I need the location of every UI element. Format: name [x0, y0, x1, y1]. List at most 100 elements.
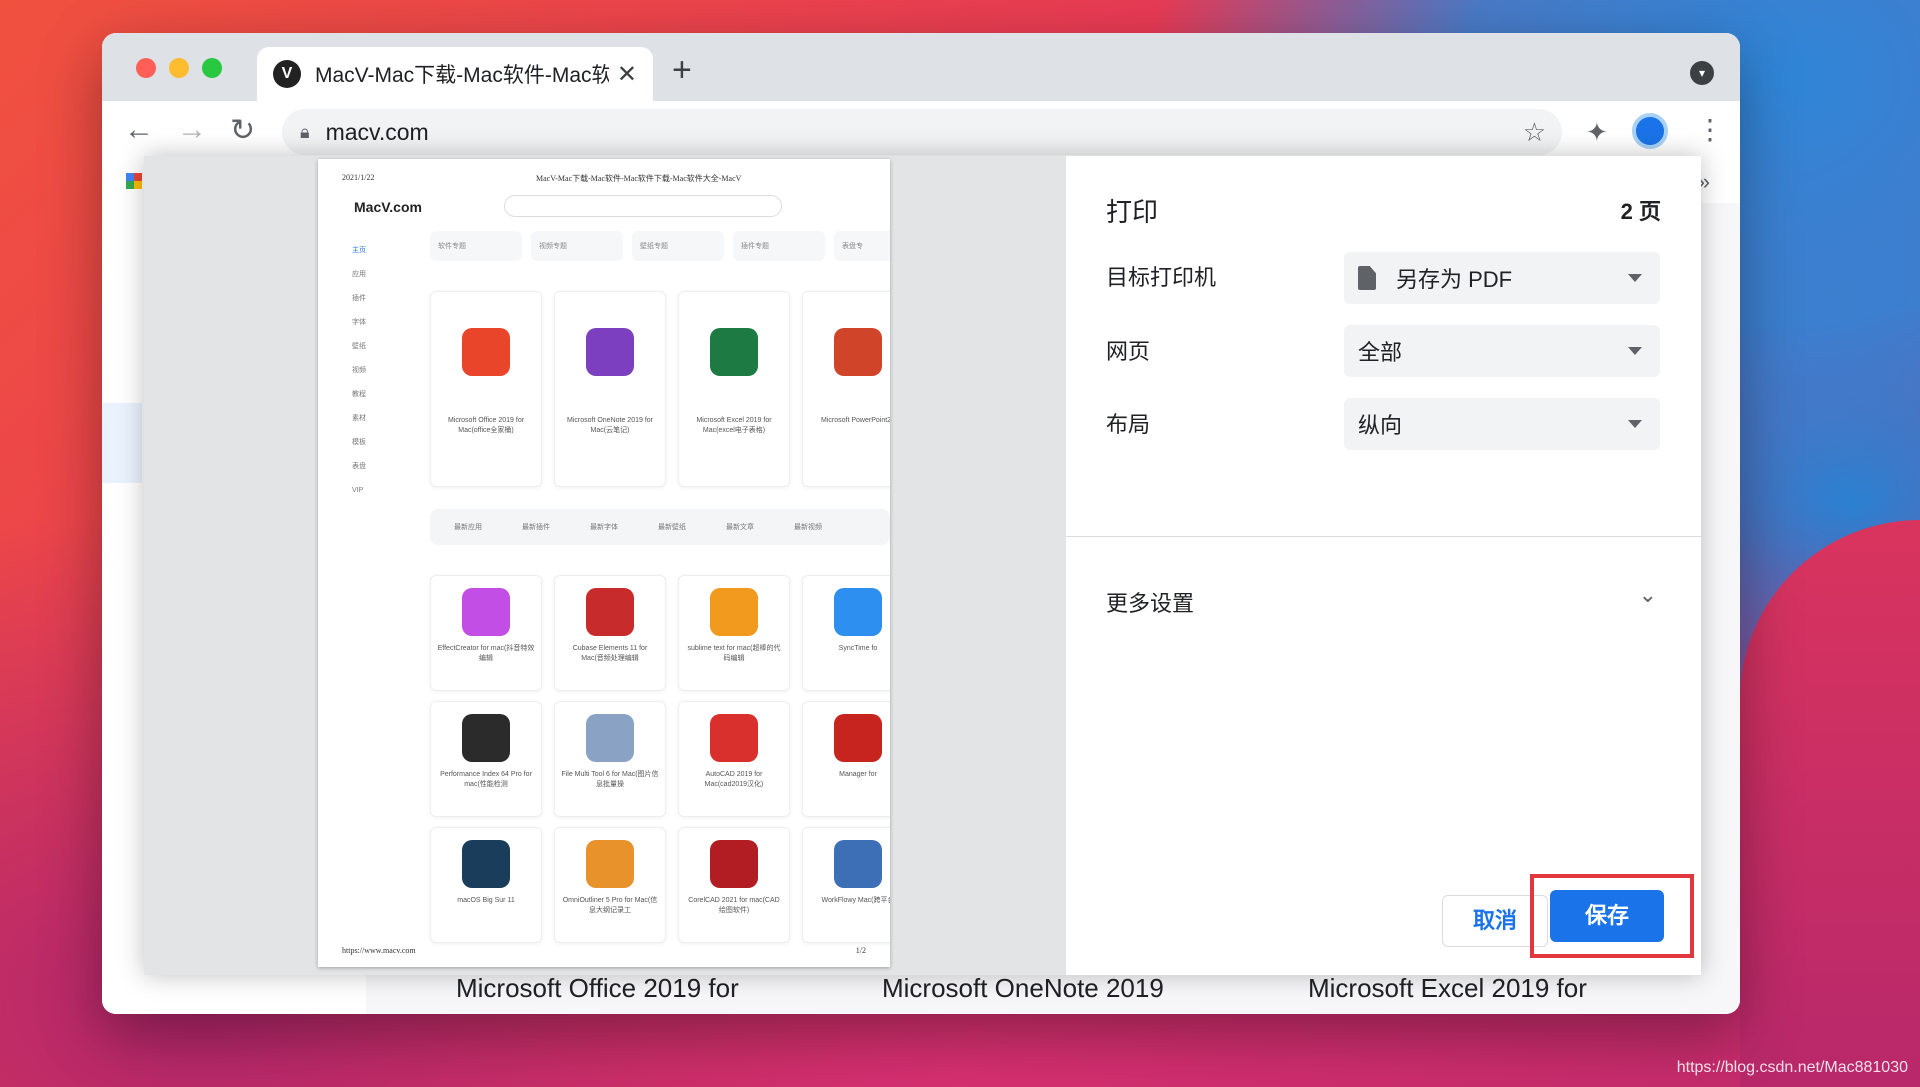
app-name: OmniOutliner 5 Pro for Mac(信息大纲记录工 — [562, 897, 658, 914]
preview-tab: 最新壁纸 — [658, 524, 686, 531]
menu-icon[interactable]: ⋮ — [1696, 113, 1724, 146]
app-name: macOS Big Sur 11 — [457, 897, 515, 904]
preview-date: 2021/1/22 — [342, 173, 375, 182]
save-button-highlight: 保存 — [1530, 874, 1694, 958]
app-icon — [710, 328, 758, 376]
app-name: Microsoft PowerPoint20 — [821, 417, 890, 424]
star-icon[interactable]: ☆ — [1523, 117, 1546, 148]
preview-tab: 最新应用 — [454, 524, 482, 531]
address-bar[interactable]: 🔒︎ macv.com ☆ — [282, 109, 1562, 155]
app-icon — [462, 328, 510, 376]
page-count: 2 页 — [1620, 199, 1661, 224]
preview-topic: 软件专题 — [430, 231, 522, 261]
profile-icon[interactable] — [1632, 113, 1668, 149]
app-name: AutoCAD 2019 for Mac(cad2019汉化) — [704, 771, 764, 788]
preview-sidebar-item: 字体 — [352, 319, 366, 326]
preview-featured-card: Microsoft Office 2019 for Mac(office全家桶) — [430, 291, 542, 487]
preview-topic: 视频专题 — [531, 231, 623, 261]
preview-sidebar-item: 插件 — [352, 295, 366, 302]
preview-app-card: SyncTime fo — [802, 575, 890, 691]
preview-search-box — [504, 195, 782, 217]
app-icon — [586, 588, 634, 636]
back-icon[interactable]: ← — [124, 113, 154, 147]
print-dialog: 2021/1/22 MacV-Mac下载-Mac软件-Mac软件下载-Mac软件… — [144, 156, 1701, 975]
app-name: SyncTime fo — [838, 645, 878, 652]
preview-sidebar-item: 主页 — [352, 247, 366, 254]
preview-app-card: CorelCAD 2021 for mac(CAD绘图软件) — [678, 827, 790, 943]
tab-title: MacV-Mac下载-Mac软件-Mac软件下载-Mac软件大全-MacV — [315, 64, 609, 87]
lock-icon[interactable]: 🔒︎ — [300, 122, 310, 143]
preview-app-card: macOS Big Sur 11 — [430, 827, 542, 943]
preview-sidebar-item: 表盘 — [352, 463, 366, 470]
preview-sidebar-item: 壁纸 — [352, 343, 366, 350]
new-tab-icon[interactable]: + — [672, 51, 692, 90]
preview-footer-page: 1/2 — [855, 946, 866, 955]
url-text[interactable]: macv.com — [326, 119, 429, 146]
preview-app-card: EffectCreator for mac(抖音特效编辑 — [430, 575, 542, 691]
preview-app-card: File Multi Tool 6 for Mac(图片信息批量操 — [554, 701, 666, 817]
layout-label: 布局 — [1106, 412, 1151, 437]
preview-logo: MacV.com — [354, 199, 422, 215]
card-title: Microsoft Office 2019 for — [456, 973, 739, 1003]
app-name: EffectCreator for mac(抖音特效编辑 — [437, 645, 535, 662]
close-window-button[interactable] — [136, 58, 156, 78]
document-icon — [1358, 266, 1376, 290]
reload-icon[interactable]: ↻ — [230, 113, 255, 148]
print-title: 打印 — [1106, 197, 1159, 227]
browser-window: V MacV-Mac下载-Mac软件-Mac软件下载-Mac软件大全-MacV … — [102, 33, 1740, 1014]
preview-sidebar-item: 应用 — [352, 271, 366, 278]
preview-footer-url: https://www.macv.com — [342, 946, 416, 955]
app-icon — [710, 588, 758, 636]
page-sidebar-active-item — [102, 403, 142, 483]
destination-select[interactable]: 另存为 PDF — [1344, 252, 1660, 304]
preview-topics: 软件专题 视频专题 壁纸专题 插件专题 表盘专 — [430, 231, 890, 261]
tab-strip: V MacV-Mac下载-Mac软件-Mac软件下载-Mac软件大全-MacV … — [102, 33, 1740, 101]
destination-label: 目标打印机 — [1106, 265, 1217, 290]
app-name: WorkFlowy Mac(跨平台 — [821, 897, 891, 904]
preview-app-card: WorkFlowy Mac(跨平台 — [802, 827, 890, 943]
destination-value: 另存为 PDF — [1396, 267, 1513, 292]
pages-label: 网页 — [1106, 339, 1151, 364]
preview-topic: 插件专题 — [733, 231, 825, 261]
app-name: Microsoft OneNote 2019 for Mac(云笔记) — [567, 417, 653, 434]
app-icon — [710, 714, 758, 762]
preview-sidebar-item: 教程 — [352, 391, 366, 398]
chevron-down-icon[interactable]: ⌄ — [1639, 582, 1657, 608]
preview-featured-card: Microsoft Excel 2019 for Mac(excel电子表格) — [678, 291, 790, 487]
minimize-window-button[interactable] — [169, 58, 189, 78]
forward-icon[interactable]: → — [177, 113, 207, 147]
layout-value: 纵向 — [1358, 413, 1403, 438]
preview-topic: 表盘专 — [834, 231, 890, 261]
apps-icon[interactable] — [126, 173, 142, 189]
tab-close-icon[interactable]: ✕ — [617, 60, 637, 89]
watermark: https://blog.csdn.net/Mac881030 — [1676, 1059, 1908, 1076]
preview-featured-card: Microsoft OneNote 2019 for Mac(云笔记) — [554, 291, 666, 487]
layout-select[interactable]: 纵向 — [1344, 398, 1660, 450]
preview-header: MacV-Mac下载-Mac软件-Mac软件下载-Mac软件大全-MacV — [536, 174, 742, 183]
preview-sidebar-item: 模板 — [352, 439, 366, 446]
app-icon — [710, 840, 758, 888]
caret-down-icon — [1628, 274, 1642, 282]
preview-app-card: Cubase Elements 11 for Mac(音频处理编辑 — [554, 575, 666, 691]
preview-sidebar-item: 视频 — [352, 367, 366, 374]
pages-select[interactable]: 全部 — [1344, 325, 1660, 377]
zoom-window-button[interactable] — [202, 58, 222, 78]
caret-down-icon — [1628, 420, 1642, 428]
app-icon — [586, 840, 634, 888]
extensions-icon[interactable]: ✦ — [1586, 117, 1608, 148]
app-icon — [462, 588, 510, 636]
preview-app-card: Performance Index 64 Pro for mac(性能检测 — [430, 701, 542, 817]
preview-app-card: sublime text for mac(超棒的代码编辑 — [678, 575, 790, 691]
app-icon — [834, 588, 882, 636]
more-settings-toggle[interactable]: 更多设置 — [1106, 586, 1194, 618]
preview-tab: 最新视频 — [794, 524, 822, 531]
tab-search-icon[interactable]: ▾ — [1690, 61, 1714, 85]
preview-topic: 壁纸专题 — [632, 231, 724, 261]
save-button[interactable]: 保存 — [1550, 890, 1664, 942]
preview-app-card: AutoCAD 2019 for Mac(cad2019汉化) — [678, 701, 790, 817]
browser-toolbar: ← → ↻ 🔒︎ macv.com ☆ ✦ ⋮ — [102, 101, 1740, 163]
browser-tab[interactable]: V MacV-Mac下载-Mac软件-Mac软件下载-Mac软件大全-MacV … — [257, 47, 653, 101]
preview-app-card: OmniOutliner 5 Pro for Mac(信息大纲记录工 — [554, 827, 666, 943]
pages-value: 全部 — [1358, 340, 1403, 365]
app-name: CorelCAD 2021 for mac(CAD绘图软件) — [688, 897, 780, 914]
